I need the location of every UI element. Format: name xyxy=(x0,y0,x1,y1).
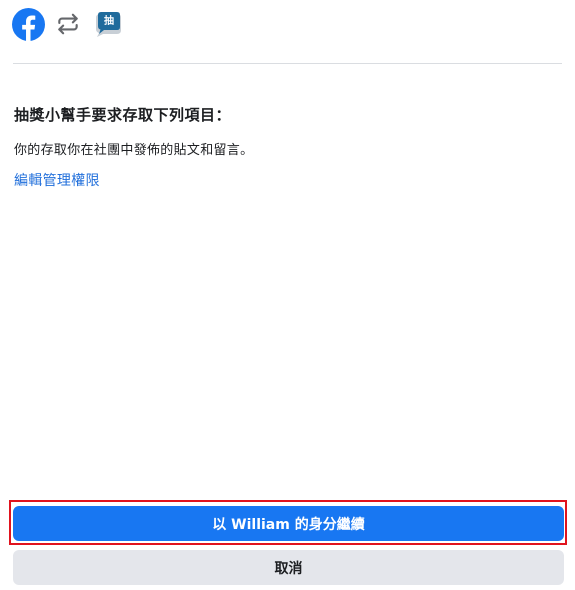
cancel-button[interactable]: 取消 xyxy=(13,550,564,585)
permission-heading: 抽獎小幫手要求存取下列項目： xyxy=(14,106,232,124)
permission-item-text: 你的存取你在社團中發佈的貼文和留言。 xyxy=(14,143,254,158)
connect-arrows-icon xyxy=(58,13,78,35)
continue-as-user-button[interactable]: 以 William 的身分繼續 xyxy=(13,506,564,541)
header-divider xyxy=(13,63,562,64)
app-icon-text: 抽 xyxy=(104,16,114,27)
header-icons: 抽 xyxy=(12,6,123,42)
edit-access-link[interactable]: 編輯管理權限 xyxy=(14,170,100,190)
facebook-logo-icon xyxy=(12,7,45,41)
app-chat-bubble-icon: 抽 xyxy=(93,10,123,38)
